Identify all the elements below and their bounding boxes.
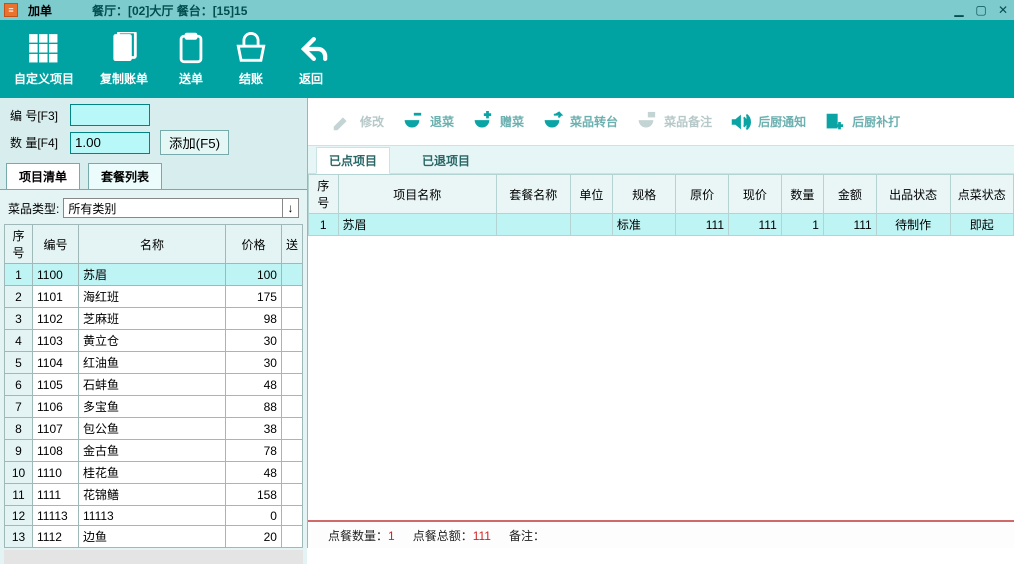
table-row[interactable]: 11100苏眉100	[5, 264, 303, 286]
hscroll[interactable]	[4, 550, 303, 564]
col: 点菜状态	[950, 175, 1013, 214]
action-gift[interactable]: 赠菜	[468, 111, 524, 133]
table-row[interactable]: 41103黄立仓30	[5, 330, 303, 352]
toolbar-back[interactable]: 返回	[294, 32, 328, 87]
bowl-tag-icon	[632, 111, 660, 133]
table-row[interactable]: 1苏眉标准1111111111待制作即起	[309, 214, 1014, 236]
toolbar-back-label: 返回	[299, 70, 323, 87]
status-total-value: 111	[473, 529, 491, 543]
left-panel: 编 号[F3] 数 量[F4] 添加(F5) 项目清单 套餐列表 菜品类型: 所…	[0, 98, 308, 548]
status-bar: 点餐数量：1 点餐总额：111 备注：	[308, 520, 1014, 548]
col: 项目名称	[338, 175, 496, 214]
action-notify[interactable]: 后厨通知	[726, 111, 806, 133]
speaker-icon	[726, 111, 754, 133]
main-toolbar: 自定义项目 复制账单 送单 结账 返回	[0, 20, 1014, 98]
toolbar-copy[interactable]: 复制账单	[100, 32, 148, 87]
right-panel: 修改 退菜 赠菜 菜品转台 菜品备注 后厨通知 后厨补打 已点项目 已退项目 序…	[308, 98, 1014, 548]
action-remark[interactable]: 菜品备注	[632, 111, 712, 133]
col-name: 名称	[79, 225, 226, 264]
tab-item-list[interactable]: 项目清单	[6, 163, 80, 189]
action-transfer[interactable]: 菜品转台	[538, 111, 618, 133]
chevron-down-icon: ↓	[282, 199, 298, 217]
action-edit[interactable]: 修改	[328, 111, 384, 133]
grid-icon	[27, 32, 61, 66]
col: 单位	[570, 175, 612, 214]
col: 套餐名称	[496, 175, 570, 214]
basket-icon	[234, 32, 268, 66]
status-total-label: 点餐总额：	[413, 529, 473, 543]
tab-returned[interactable]: 已退项目	[410, 148, 482, 173]
item-table[interactable]: 序号 编号 名称 价格 送 11100苏眉10021101海红班17531102…	[4, 224, 303, 548]
col: 原价	[676, 175, 729, 214]
back-arrow-icon	[294, 32, 328, 66]
maximize-icon[interactable]: ▢	[970, 1, 992, 19]
code-label: 编 号[F3]	[10, 107, 70, 124]
qty-input[interactable]	[70, 132, 150, 154]
table-row[interactable]: 61105石蚌鱼48	[5, 374, 303, 396]
table-row[interactable]: 81107包公鱼38	[5, 418, 303, 440]
col: 数量	[781, 175, 823, 214]
bowl-plus-icon	[468, 111, 496, 133]
window-subtitle: 餐厅：[02]大厅 餐台：[15]15	[92, 2, 247, 19]
ordered-table[interactable]: 序号项目名称套餐名称单位规格原价现价数量金额出品状态点菜状态 1苏眉标准1111…	[308, 174, 1014, 236]
table-row[interactable]: 91108金古鱼78	[5, 440, 303, 462]
toolbar-custom-label: 自定义项目	[14, 70, 74, 87]
minimize-icon[interactable]: ▁	[948, 1, 970, 19]
category-label: 菜品类型:	[8, 200, 59, 217]
window-title: 加单	[28, 2, 52, 19]
table-row[interactable]: 51104红油鱼30	[5, 352, 303, 374]
copy-icon	[107, 32, 141, 66]
status-qty-label: 点餐数量：	[328, 529, 388, 543]
col: 出品状态	[876, 175, 950, 214]
col: 序号	[309, 175, 339, 214]
bowl-arrow-icon	[538, 111, 566, 133]
col: 金额	[823, 175, 876, 214]
col-code: 编号	[33, 225, 79, 264]
table-row[interactable]: 1211113111130	[5, 506, 303, 526]
code-input[interactable]	[70, 104, 150, 126]
close-icon[interactable]: ✕	[992, 1, 1014, 19]
pencil-icon	[328, 111, 356, 133]
tab-combo-list[interactable]: 套餐列表	[88, 163, 162, 189]
toolbar-copy-label: 复制账单	[100, 70, 148, 87]
action-return[interactable]: 退菜	[398, 111, 454, 133]
clipboard-icon	[174, 32, 208, 66]
status-qty-value: 1	[388, 529, 395, 543]
toolbar-send[interactable]: 送单	[174, 32, 208, 87]
action-reprint[interactable]: 后厨补打	[820, 111, 900, 133]
app-logo-icon: ≡	[4, 3, 18, 17]
col: 现价	[729, 175, 782, 214]
col-extra: 送	[281, 225, 302, 264]
col-price: 价格	[225, 225, 281, 264]
col-idx: 序号	[5, 225, 33, 264]
col: 规格	[612, 175, 675, 214]
toolbar-send-label: 送单	[179, 70, 203, 87]
right-toolbar: 修改 退菜 赠菜 菜品转台 菜品备注 后厨通知 后厨补打	[308, 98, 1014, 146]
add-button[interactable]: 添加(F5)	[160, 130, 229, 155]
category-combo[interactable]: 所有类别 ↓	[63, 198, 299, 218]
qty-label: 数 量[F4]	[10, 134, 70, 151]
toolbar-checkout-label: 结账	[239, 70, 263, 87]
table-row[interactable]: 131112边鱼20	[5, 526, 303, 548]
table-row[interactable]: 31102芝麻班98	[5, 308, 303, 330]
toolbar-custom[interactable]: 自定义项目	[14, 32, 74, 87]
table-row[interactable]: 111111花锦鳝158	[5, 484, 303, 506]
table-row[interactable]: 101110桂花鱼48	[5, 462, 303, 484]
category-value: 所有类别	[68, 200, 116, 217]
bowl-minus-icon	[398, 111, 426, 133]
tab-ordered[interactable]: 已点项目	[316, 147, 390, 174]
doc-plus-icon	[820, 111, 848, 133]
status-remark-label: 备注：	[509, 527, 545, 544]
table-row[interactable]: 21101海红班175	[5, 286, 303, 308]
title-bar: ≡ 加单 餐厅：[02]大厅 餐台：[15]15 ▁ ▢ ✕	[0, 0, 1014, 20]
toolbar-checkout[interactable]: 结账	[234, 32, 268, 87]
table-row[interactable]: 71106多宝鱼88	[5, 396, 303, 418]
